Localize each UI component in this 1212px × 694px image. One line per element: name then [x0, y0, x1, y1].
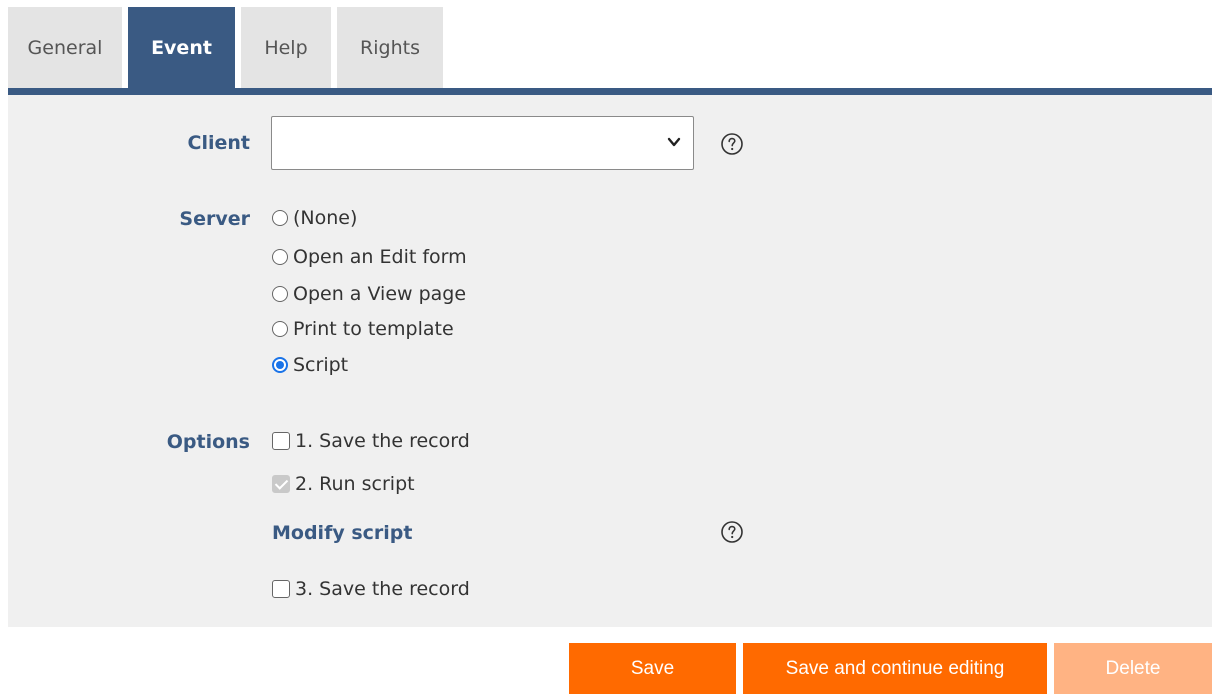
radio-icon[interactable] — [272, 249, 288, 265]
checkbox-checked-icon — [272, 475, 290, 493]
server-option-label: Print to template — [293, 318, 454, 340]
server-option-label: (None) — [293, 207, 358, 229]
tab-general[interactable]: General — [8, 7, 122, 88]
tab-bar: General Event Help Rights — [8, 7, 449, 88]
tab-help[interactable]: Help — [241, 7, 331, 88]
option-run-script: 2. Run script — [272, 473, 415, 495]
option-save-record-3[interactable]: 3. Save the record — [272, 578, 470, 600]
tab-label: General — [27, 36, 103, 59]
server-option-edit-form[interactable]: Open an Edit form — [272, 246, 467, 268]
tab-label: Help — [264, 36, 308, 59]
server-option-label: Open an Edit form — [293, 246, 467, 268]
server-option-label: Script — [293, 354, 349, 376]
tab-event[interactable]: Event — [128, 7, 235, 88]
client-select[interactable] — [271, 116, 694, 170]
chevron-down-icon — [667, 137, 681, 147]
radio-icon[interactable] — [272, 286, 288, 302]
help-icon[interactable] — [720, 132, 744, 156]
server-option-view-page[interactable]: Open a View page — [272, 283, 466, 305]
checkbox-icon[interactable] — [272, 432, 290, 450]
options-label: Options — [166, 431, 250, 453]
option-label: 2. Run script — [295, 473, 415, 495]
checkbox-icon[interactable] — [272, 580, 290, 598]
option-label: 1. Save the record — [295, 430, 470, 452]
server-option-print-template[interactable]: Print to template — [272, 318, 454, 340]
radio-icon[interactable] — [272, 321, 288, 337]
modify-script-label: Modify script — [272, 522, 413, 544]
radio-icon[interactable] — [272, 357, 288, 373]
save-button[interactable]: Save — [569, 643, 736, 694]
event-panel — [8, 95, 1212, 627]
tab-label: Event — [151, 36, 212, 59]
tab-label: Rights — [360, 36, 420, 59]
option-label: 3. Save the record — [295, 578, 470, 600]
server-label: Server — [179, 208, 250, 230]
delete-button: Delete — [1054, 643, 1212, 694]
option-save-record-1[interactable]: 1. Save the record — [272, 430, 470, 452]
radio-icon[interactable] — [272, 210, 288, 226]
server-option-script[interactable]: Script — [272, 354, 348, 376]
tab-rights[interactable]: Rights — [337, 7, 443, 88]
server-option-none[interactable]: (None) — [272, 207, 357, 229]
tab-underline — [8, 88, 1212, 95]
help-icon[interactable] — [720, 520, 744, 544]
client-label: Client — [187, 132, 250, 154]
server-option-label: Open a View page — [293, 283, 467, 305]
save-and-continue-button[interactable]: Save and continue editing — [743, 643, 1047, 694]
